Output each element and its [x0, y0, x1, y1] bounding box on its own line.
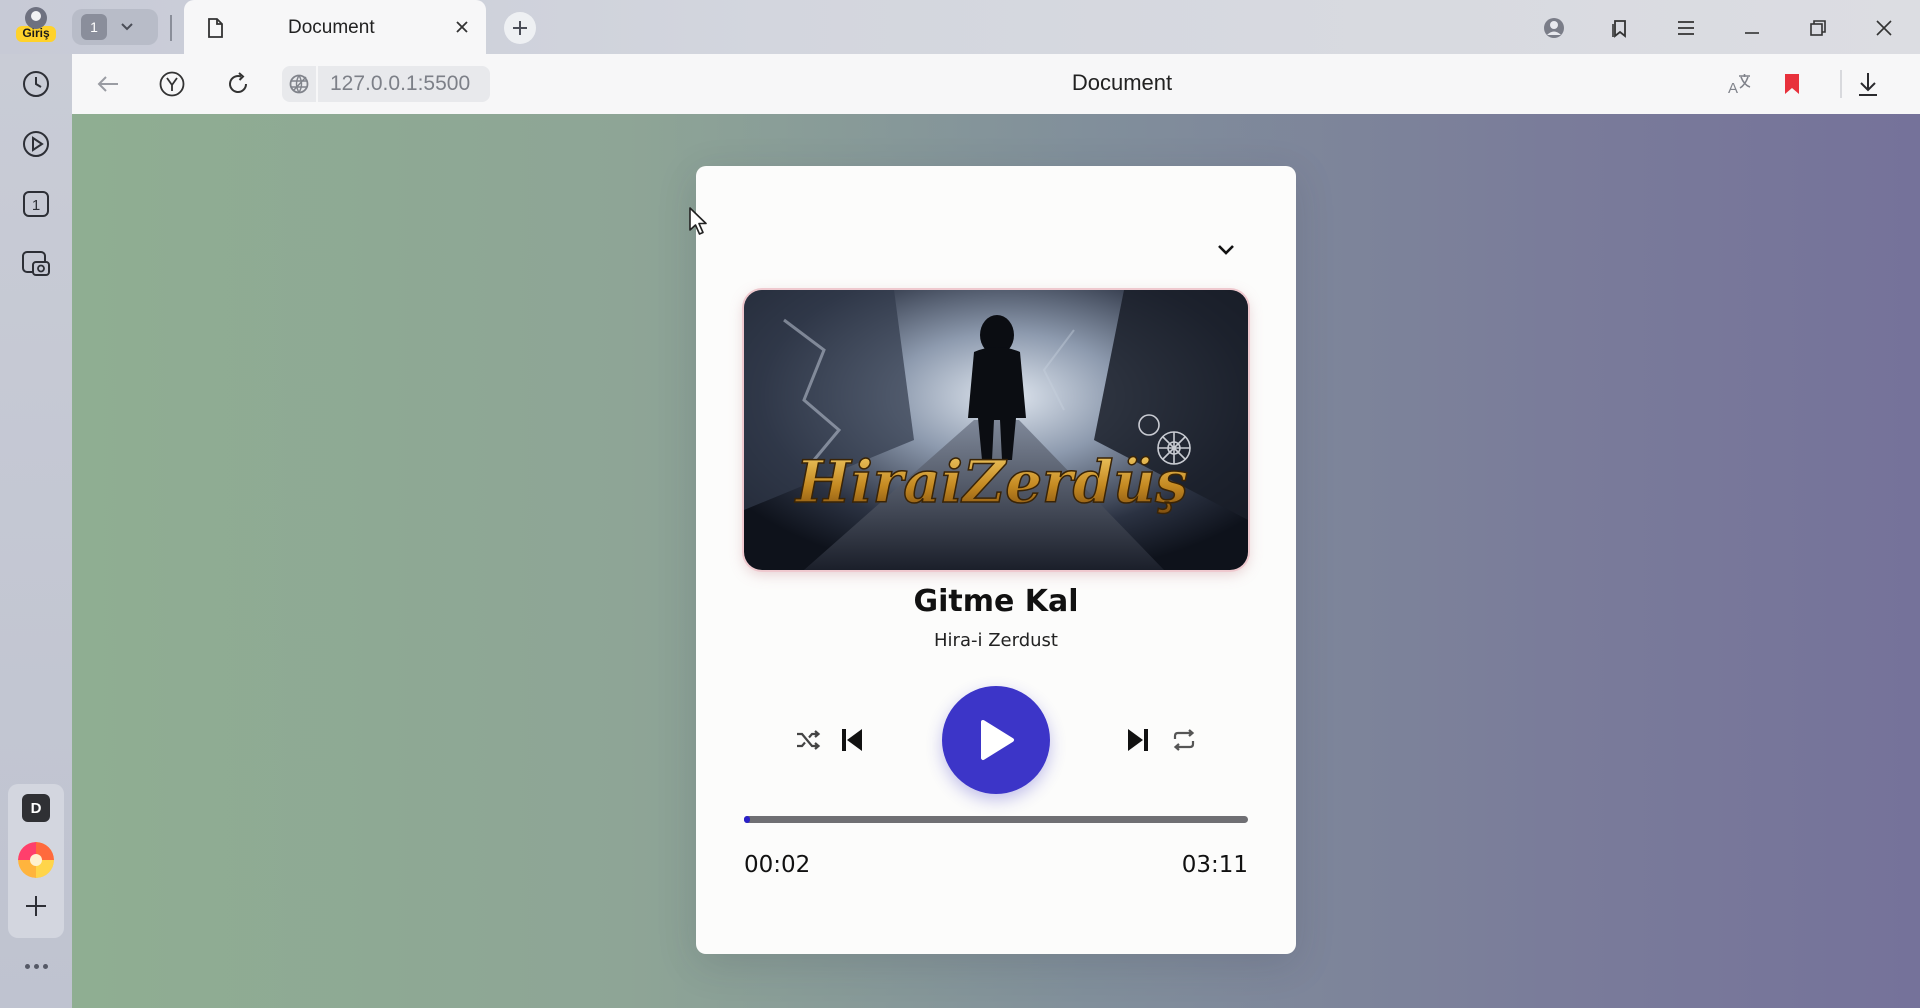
screenshot-icon[interactable] [18, 246, 54, 282]
tab-counter-button[interactable]: 1 [18, 186, 54, 222]
song-title: Gitme Kal [913, 584, 1079, 619]
url-text: 127.0.0.1:5500 [330, 72, 471, 95]
collections-icon[interactable] [1604, 12, 1636, 44]
add-app-icon[interactable] [20, 890, 52, 922]
addressbar-separator [1840, 70, 1842, 98]
progress-bar[interactable] [744, 816, 1248, 823]
shuffle-icon[interactable] [790, 722, 826, 758]
song-artist: Hira-i Zerdust [934, 630, 1058, 651]
tab-separator [170, 15, 172, 41]
tab-title: Document [288, 17, 375, 38]
sidebar-apps-panel: D [8, 784, 64, 938]
restore-icon[interactable] [1802, 12, 1834, 44]
back-arrow-icon[interactable] [92, 68, 124, 100]
next-track-icon[interactable] [1118, 720, 1158, 760]
svg-text:A: A [1728, 80, 1738, 97]
profile-button[interactable]: Giriş [8, 4, 64, 50]
close-window-icon[interactable] [1868, 12, 1900, 44]
play-icon [981, 720, 1014, 760]
new-tab-button[interactable] [504, 12, 536, 44]
account-icon[interactable] [1538, 12, 1570, 44]
address-bar: 127.0.0.1:5500 Document A [72, 54, 1920, 114]
yandex-home-icon[interactable] [156, 68, 188, 100]
collapse-chevron-icon[interactable] [1212, 236, 1240, 264]
site-info-icon[interactable] [282, 66, 318, 102]
menu-icon[interactable] [1670, 12, 1702, 44]
tab-strip: Giriş 1 Document [0, 0, 1920, 54]
repeat-icon[interactable] [1166, 722, 1202, 758]
mouse-cursor [688, 206, 712, 238]
minimize-icon[interactable] [1736, 12, 1768, 44]
mosaic-app-icon[interactable] [18, 842, 54, 878]
tab-counter-text: 1 [32, 197, 40, 214]
tab-document[interactable]: Document [184, 0, 486, 54]
download-icon[interactable] [1852, 68, 1884, 100]
page-viewport: HiraiZerdüş Gitme Kal Hira-i Zerdust 00:… [72, 114, 1920, 1008]
previous-track-icon[interactable] [832, 720, 872, 760]
page-icon [204, 17, 226, 39]
play-button[interactable] [942, 686, 1050, 794]
tab-group-button[interactable]: 1 [72, 9, 158, 45]
chevron-down-icon [117, 17, 137, 37]
album-cover: HiraiZerdüş [744, 290, 1248, 570]
more-options-icon[interactable] [18, 954, 54, 978]
progress-fill [744, 816, 750, 823]
album-art-logo-text: HiraiZerdüş [794, 448, 1188, 516]
current-time: 00:02 [744, 852, 811, 878]
plus-icon [513, 21, 527, 35]
page-title: Document [1071, 70, 1173, 95]
browser-sidebar: 1 D [0, 54, 72, 1008]
music-player-card: HiraiZerdüş Gitme Kal Hira-i Zerdust 00:… [696, 166, 1296, 954]
translate-icon[interactable]: A [1724, 68, 1756, 100]
tab-group-count: 1 [81, 14, 107, 40]
bookmark-icon[interactable] [1776, 68, 1808, 100]
history-icon[interactable] [18, 66, 54, 102]
play-media-icon[interactable] [18, 126, 54, 162]
duration-time: 03:11 [1181, 852, 1248, 878]
profile-avatar-icon [25, 7, 47, 29]
reload-icon[interactable] [222, 68, 254, 100]
url-field[interactable]: 127.0.0.1:5500 [282, 66, 490, 102]
workspace-d-button[interactable]: D [22, 794, 50, 822]
close-tab-icon[interactable] [450, 15, 474, 39]
